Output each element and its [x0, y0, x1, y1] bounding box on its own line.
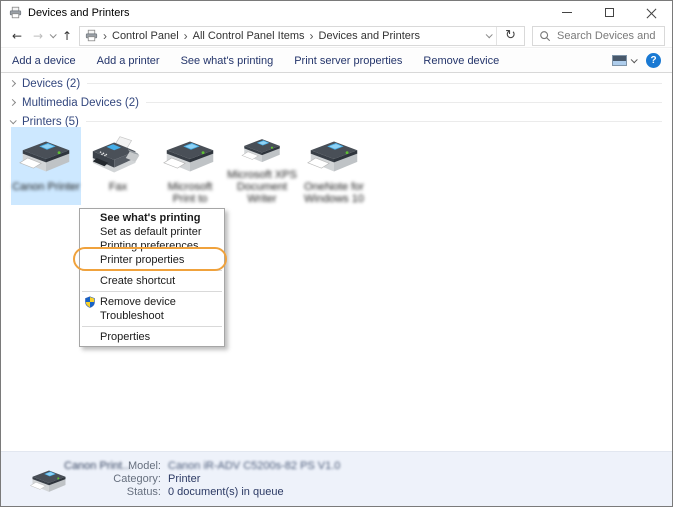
- divider: [146, 102, 662, 103]
- printer-tile-onenote[interactable]: OneNote for Windows 10: [299, 127, 369, 205]
- menu-separator: [82, 326, 222, 327]
- status-value: 0 document(s) in queue: [168, 486, 284, 498]
- maximize-button[interactable]: [588, 1, 630, 24]
- group-label: Multimedia Devices (2): [22, 97, 139, 109]
- add-a-device-button[interactable]: Add a device: [12, 55, 76, 67]
- detail-row-status: Status: 0 document(s) in queue: [101, 486, 284, 498]
- items-view: Devices (2) Multimedia Devices (2) Print…: [1, 74, 672, 451]
- model-value: Canon iR-ADV C5200s-82 PS V1.0: [168, 460, 340, 472]
- minimize-icon: [562, 12, 572, 13]
- menu-item-label: Printer properties: [100, 254, 184, 266]
- group-header-devices[interactable]: Devices (2): [1, 74, 672, 93]
- devices-and-printers-window: Devices and Printers ← → ↑ › Control Pan…: [0, 0, 673, 507]
- change-view-button[interactable]: [612, 55, 636, 66]
- model-label: Model:: [101, 460, 161, 472]
- detail-row-model: Model: Canon iR-ADV C5200s-82 PS V1.0: [101, 460, 340, 472]
- printer-tile-microsoft-print-to[interactable]: Microsoft Print to: [155, 127, 225, 205]
- menu-item-label: Properties: [100, 331, 150, 343]
- group-label: Printers (5): [22, 116, 79, 128]
- remove-device-button[interactable]: Remove device: [423, 55, 499, 67]
- breadcrumb-chevron-icon: ›: [184, 31, 188, 41]
- view-options-icon: [612, 55, 627, 66]
- menu-item-printing-preferences[interactable]: Printing preferences: [80, 239, 224, 253]
- search-input[interactable]: [557, 30, 658, 42]
- menu-item-see-whats-printing[interactable]: See what's printing: [80, 211, 224, 225]
- menu-separator: [82, 270, 222, 271]
- printer-icon: [159, 134, 221, 180]
- menu-item-properties[interactable]: Properties: [80, 330, 224, 344]
- close-icon: [646, 7, 657, 18]
- breadcrumb-chevron-icon: ›: [103, 31, 107, 41]
- breadcrumb-item-control-panel[interactable]: Control Panel: [112, 30, 179, 42]
- printer-label: Fax: [109, 181, 127, 193]
- menu-item-label: Create shortcut: [100, 275, 175, 287]
- printer-label: OneNote for Windows 10: [304, 181, 364, 205]
- close-button[interactable]: [630, 1, 672, 24]
- status-label: Status:: [101, 486, 161, 498]
- printer-tile-canon-printer[interactable]: Canon Printer: [11, 127, 81, 205]
- breadcrumb-item-devices-and-printers[interactable]: Devices and Printers: [319, 30, 421, 42]
- details-pane: Canon Print... Model: Canon iR-ADV C5200…: [1, 451, 672, 506]
- collapsed-chevron-icon: [9, 80, 16, 87]
- forward-button[interactable]: →: [29, 29, 47, 43]
- category-value: Printer: [168, 473, 200, 485]
- menu-item-printer-properties[interactable]: Printer properties: [80, 253, 224, 267]
- uac-shield-icon: [84, 296, 96, 308]
- menu-separator: [82, 291, 222, 292]
- title-bar: Devices and Printers: [1, 1, 672, 24]
- search-icon: [539, 30, 551, 42]
- breadcrumb-item-all-control-panel-items[interactable]: All Control Panel Items: [193, 30, 305, 42]
- printer-icon: [303, 134, 365, 180]
- printer-icon: [15, 134, 77, 180]
- printer-label: Microsoft Print to: [155, 181, 225, 205]
- detail-row-category: Category: Printer: [101, 473, 200, 485]
- menu-item-remove-device[interactable]: Remove device: [80, 295, 224, 309]
- menu-item-label: Remove device: [100, 296, 176, 308]
- menu-item-create-shortcut[interactable]: Create shortcut: [80, 274, 224, 288]
- printer-label: Microsoft XPS Document Writer: [227, 169, 297, 205]
- context-menu: See what's printing Set as default print…: [79, 208, 225, 347]
- breadcrumb[interactable]: › Control Panel › All Control Panel Item…: [79, 26, 525, 46]
- add-a-printer-button[interactable]: Add a printer: [97, 55, 160, 67]
- menu-item-label: See what's printing: [100, 212, 200, 224]
- history-chevron-icon[interactable]: [50, 31, 57, 38]
- back-button[interactable]: ←: [8, 29, 26, 43]
- search-box[interactable]: [532, 26, 665, 46]
- printer-tile-microsoft-xps[interactable]: Microsoft XPS Document Writer: [227, 127, 297, 205]
- minimize-button[interactable]: [546, 1, 588, 24]
- view-dropdown-icon: [631, 56, 638, 63]
- divider: [87, 83, 662, 84]
- address-bar: ← → ↑ › Control Panel › All Control Pane…: [1, 24, 672, 48]
- divider: [496, 27, 497, 45]
- breadcrumb-location-icon: [85, 29, 98, 42]
- help-button[interactable]: ?: [646, 53, 661, 68]
- group-header-multimedia-devices[interactable]: Multimedia Devices (2): [1, 93, 672, 112]
- menu-item-label: Troubleshoot: [100, 310, 164, 322]
- expanded-chevron-icon: [10, 117, 17, 124]
- collapsed-chevron-icon: [9, 99, 16, 106]
- menu-item-set-as-default-printer[interactable]: Set as default printer: [80, 225, 224, 239]
- printer-label: Canon Printer: [12, 181, 80, 193]
- printer-tile-fax[interactable]: Fax: [83, 127, 153, 205]
- address-dropdown-icon[interactable]: [486, 31, 493, 38]
- group-label: Devices (2): [22, 78, 80, 90]
- printer-tiles: Canon Printer Fax Microsoft Print to Mic…: [11, 127, 369, 205]
- app-icon: [9, 6, 22, 19]
- window-title: Devices and Printers: [28, 7, 130, 19]
- print-server-properties-button[interactable]: Print server properties: [294, 55, 402, 67]
- category-label: Category:: [101, 473, 161, 485]
- divider: [86, 121, 662, 122]
- see-whats-printing-button[interactable]: See what's printing: [181, 55, 274, 67]
- fax-icon: [87, 134, 149, 180]
- maximize-icon: [605, 8, 614, 17]
- printer-icon: [231, 134, 293, 168]
- breadcrumb-chevron-icon: ›: [310, 31, 314, 41]
- command-bar: Add a device Add a printer See what's pr…: [1, 49, 672, 73]
- menu-item-label: Set as default printer: [100, 226, 202, 238]
- menu-item-troubleshoot[interactable]: Troubleshoot: [80, 309, 224, 323]
- menu-item-label: Printing preferences: [100, 240, 198, 252]
- up-button[interactable]: ↑: [58, 29, 76, 43]
- refresh-button[interactable]: ↻: [502, 28, 519, 43]
